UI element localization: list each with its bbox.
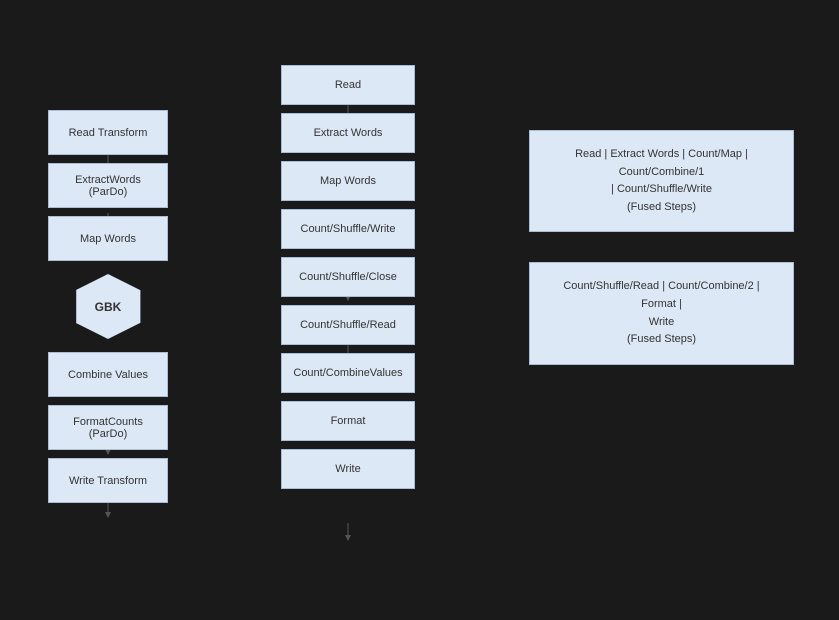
read-transform-box: Read Transform <box>48 110 168 155</box>
left-column: Read Transform ExtractWords(ParDo) Map W… <box>48 110 168 503</box>
extract-words-exec-label: Extract Words <box>314 127 383 139</box>
extract-words-pardo-label: ExtractWords(ParDo) <box>75 174 141 198</box>
extract-words-pardo-box: ExtractWords(ParDo) <box>48 163 168 208</box>
diagram-container: Read Transform ExtractWords(ParDo) Map W… <box>0 0 839 620</box>
fused-steps-1-label: Read | Extract Words | Count/Map | Count… <box>545 146 778 216</box>
count-shuffle-read-box: Count/Shuffle/Read <box>281 305 415 345</box>
right-column: Read | Extract Words | Count/Map | Count… <box>529 130 794 365</box>
fused-steps-1-box: Read | Extract Words | Count/Map | Count… <box>529 130 794 232</box>
gbk-hex: GBK <box>76 274 141 339</box>
combine-values-box: Combine Values <box>48 352 168 397</box>
gbk-hex-container: GBK <box>48 269 168 344</box>
count-shuffle-close-box: Count/Shuffle/Close <box>281 257 415 297</box>
fused-steps-2-label: Count/Shuffle/Read | Count/Combine/2 | F… <box>545 278 778 348</box>
combine-values-label: Combine Values <box>68 369 148 381</box>
count-shuffle-read-label: Count/Shuffle/Read <box>300 319 396 331</box>
read-exec-label: Read <box>335 79 361 91</box>
write-transform-box: Write Transform <box>48 458 168 503</box>
format-exec-box: Format <box>281 401 415 441</box>
map-words-exec-label: Map Words <box>320 175 376 187</box>
middle-column: Read Extract Words Map Words Count/Shuff… <box>281 65 415 489</box>
count-shuffle-close-label: Count/Shuffle/Close <box>299 271 397 283</box>
map-words-left-box: Map Words <box>48 216 168 261</box>
gbk-label: GBK <box>95 300 122 314</box>
write-exec-label: Write <box>335 463 360 475</box>
write-transform-label: Write Transform <box>69 475 147 487</box>
count-combine-values-label: Count/CombineValues <box>293 367 402 379</box>
format-exec-label: Format <box>331 415 366 427</box>
write-exec-box: Write <box>281 449 415 489</box>
extract-words-exec-box: Extract Words <box>281 113 415 153</box>
fused-steps-2-box: Count/Shuffle/Read | Count/Combine/2 | F… <box>529 262 794 364</box>
format-counts-pardo-label: FormatCounts(ParDo) <box>73 416 143 440</box>
map-words-exec-box: Map Words <box>281 161 415 201</box>
read-exec-box: Read <box>281 65 415 105</box>
count-shuffle-write-label: Count/Shuffle/Write <box>301 223 396 235</box>
map-words-left-label: Map Words <box>80 233 136 245</box>
read-transform-label: Read Transform <box>69 127 148 139</box>
count-shuffle-write-box: Count/Shuffle/Write <box>281 209 415 249</box>
format-counts-pardo-box: FormatCounts(ParDo) <box>48 405 168 450</box>
count-combine-values-box: Count/CombineValues <box>281 353 415 393</box>
